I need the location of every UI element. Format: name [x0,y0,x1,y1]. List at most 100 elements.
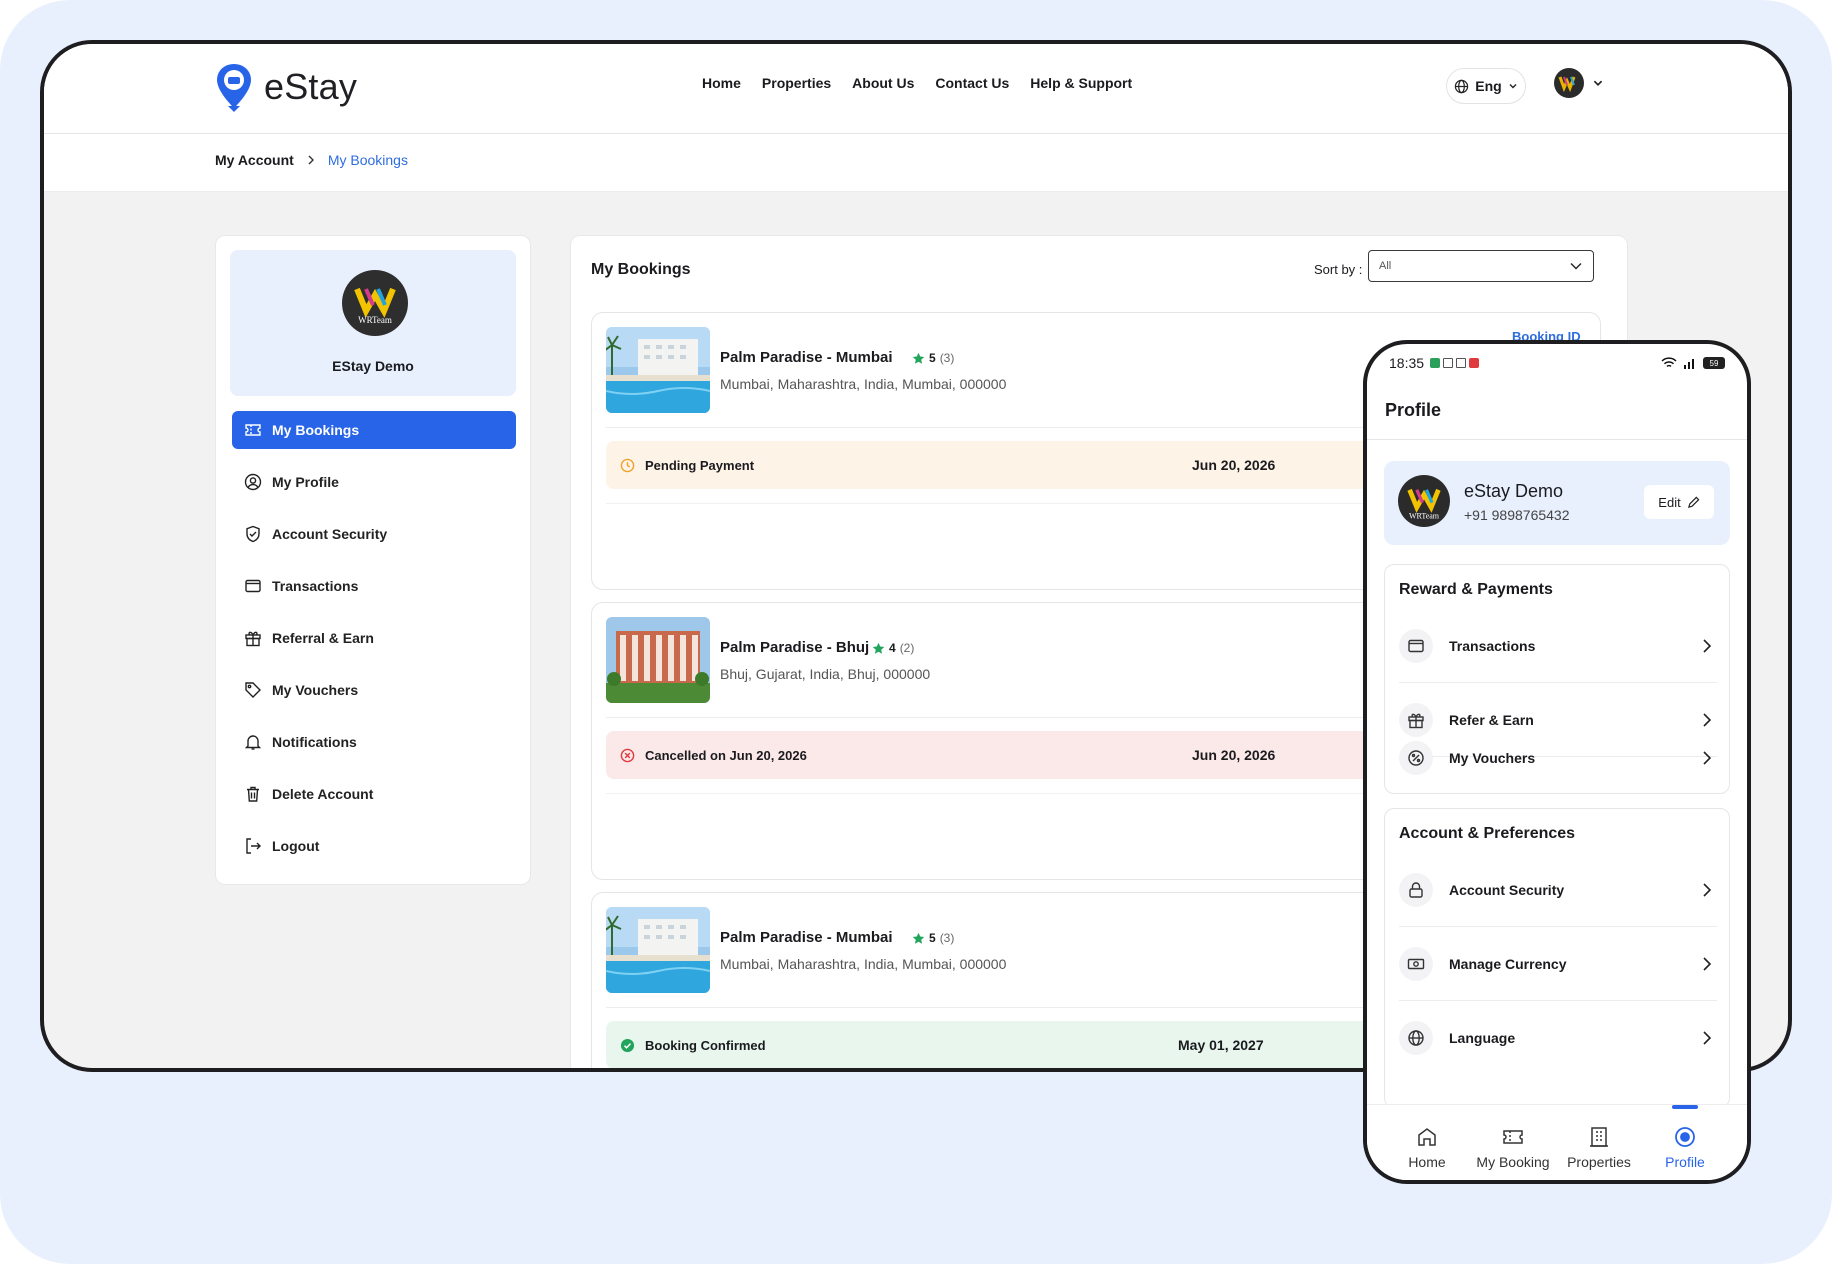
building-icon [1590,1126,1608,1147]
row-label: Manage Currency [1449,955,1567,972]
battery-icon: 59 [1703,357,1725,369]
chevron-right-icon [1703,882,1712,897]
account-sidebar: WRTeam EStay Demo My Bookings My Profile… [215,235,531,885]
sidebar-item-label: Logout [272,838,320,854]
user-menu[interactable] [1554,68,1604,98]
avatar-text: WRTeam [1409,512,1440,521]
nav-home[interactable]: Home [702,75,741,91]
brand-name: eStay [264,66,358,107]
notification-icons [1430,358,1480,368]
account-preferences-section: Account & Preferences Account Security M… [1384,808,1730,1108]
language-selector[interactable]: Eng [1446,68,1526,104]
mobile-device: 18:35 59 Profile WRTeam eStay Demo +91 9… [1363,340,1751,1184]
property-address: Mumbai, Maharashtra, India, Mumbai, 0000… [720,376,1007,392]
tab-properties[interactable]: Properties [1555,1105,1643,1180]
status-text: Booking Confirmed [645,1037,766,1053]
rating-value: 5 [929,351,936,365]
chevron-down-icon [1570,263,1582,270]
tab-my-booking[interactable]: My Booking [1469,1105,1557,1180]
menu-row-my-vouchers-content[interactable]: My Vouchers [1399,721,1717,795]
cancel-circle-icon [620,748,635,762]
rating-value: 5 [929,931,936,945]
property-name[interactable]: Palm Paradise - Mumbai [720,349,893,366]
sidebar-item-my-bookings[interactable]: My Bookings [232,411,516,449]
showcase-background: eStay Home Properties About Us Contact U… [0,0,1832,1264]
check-circle-icon [620,1038,635,1052]
property-rating: 5 (3) [912,931,954,945]
tag-icon [245,682,261,698]
section-title: Reward & Payments [1399,581,1553,598]
edit-profile-button[interactable]: Edit [1644,485,1714,519]
chevron-right-icon [1703,1031,1712,1045]
sidebar-item-label: Account Security [272,526,388,542]
sidebar-item-logout[interactable]: Logout [232,827,516,865]
nav-properties[interactable]: Properties [762,75,831,91]
review-count: (3) [939,931,955,945]
breadcrumb-bar: My Account My Bookings [44,134,1788,192]
sidebar-item-transactions[interactable]: Transactions [232,567,516,605]
tab-label: My Booking [1476,1153,1550,1170]
sidebar-item-my-profile[interactable]: My Profile [232,463,516,501]
breadcrumb-my-account[interactable]: My Account [215,152,294,168]
sidebar-item-account-security[interactable]: Account Security [232,515,516,553]
row-label: Account Security [1449,881,1565,898]
chevron-right-icon [1703,956,1712,971]
sidebar-item-label: Transactions [272,578,359,594]
star-icon [912,352,925,364]
avatar [1554,68,1584,98]
property-rating: 5 (3) [912,351,954,365]
property-address: Bhuj, Gujarat, India, Bhuj, 000000 [720,666,931,682]
menu-row-manage-currency[interactable]: Manage Currency [1399,927,1717,1001]
status-text: Pending Payment [645,457,755,473]
divider [1367,439,1747,440]
sidebar-item-label: Notifications [272,734,357,750]
star-icon [912,932,925,944]
review-count: (2) [899,641,915,655]
status-bar: 18:35 59 [1367,344,1747,382]
star-icon [872,642,885,654]
chevron-right-icon [1703,638,1712,653]
wallet-icon [1399,628,1433,663]
rating-value: 4 [889,641,896,655]
avatar: WRTeam [1398,475,1450,527]
profile-phone: +91 9898765432 [1464,507,1570,523]
property-name[interactable]: Palm Paradise - Bhuj [720,639,869,656]
tab-home[interactable]: Home [1383,1105,1471,1180]
sidebar-item-referral-earn[interactable]: Referral & Earn [232,619,516,657]
sort-value: All [1379,260,1392,272]
voucher-icon [1399,741,1433,775]
tab-label: Profile [1665,1153,1705,1170]
sidebar-item-label: My Vouchers [272,682,359,698]
globe-icon [1399,1021,1433,1055]
sidebar-item-my-vouchers[interactable]: My Vouchers [232,671,516,709]
signal-icon [1684,359,1694,369]
property-name[interactable]: Palm Paradise - Mumbai [720,929,893,946]
tab-label: Home [1408,1153,1446,1170]
breadcrumb-my-bookings: My Bookings [327,152,408,168]
chevron-down-icon [1509,84,1517,89]
reward-payments-section: Reward & Payments Transactions Refer & E… [1384,564,1730,794]
sidebar-item-label: Referral & Earn [272,630,374,646]
nav-contact-us[interactable]: Contact Us [935,75,1009,91]
ticket-icon [245,424,261,436]
tab-label: Properties [1567,1153,1631,1170]
menu-row-transactions[interactable]: Transactions [1399,609,1717,683]
tab-profile[interactable]: Profile [1641,1105,1729,1180]
nav-about-us[interactable]: About Us [852,75,914,91]
property-image [606,327,710,413]
sidebar-item-delete-account[interactable]: Delete Account [232,775,516,813]
sidebar-item-notifications[interactable]: Notifications [232,723,516,761]
clock-icon [620,458,635,472]
sort-select[interactable]: All [1368,250,1594,282]
sidebar-item-label: My Bookings [272,422,360,438]
ticket-icon [1503,1129,1523,1144]
currency-icon [1399,946,1433,981]
row-label: Language [1449,1030,1516,1046]
menu-row-account-security[interactable]: Account Security [1399,853,1717,927]
profile-card: WRTeam EStay Demo [230,250,516,396]
menu-row-language[interactable]: Language [1399,1001,1717,1075]
top-navbar: eStay Home Properties About Us Contact U… [44,44,1788,134]
brand-logo[interactable]: eStay [214,62,357,112]
user-circle-icon [244,473,262,491]
nav-help-support[interactable]: Help & Support [1030,75,1132,91]
